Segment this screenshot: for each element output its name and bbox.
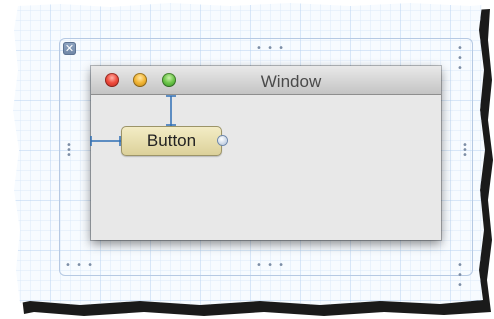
constraint-guides <box>90 95 176 146</box>
button[interactable]: Button <box>121 126 222 156</box>
outlet-connector-icon[interactable] <box>218 136 227 145</box>
